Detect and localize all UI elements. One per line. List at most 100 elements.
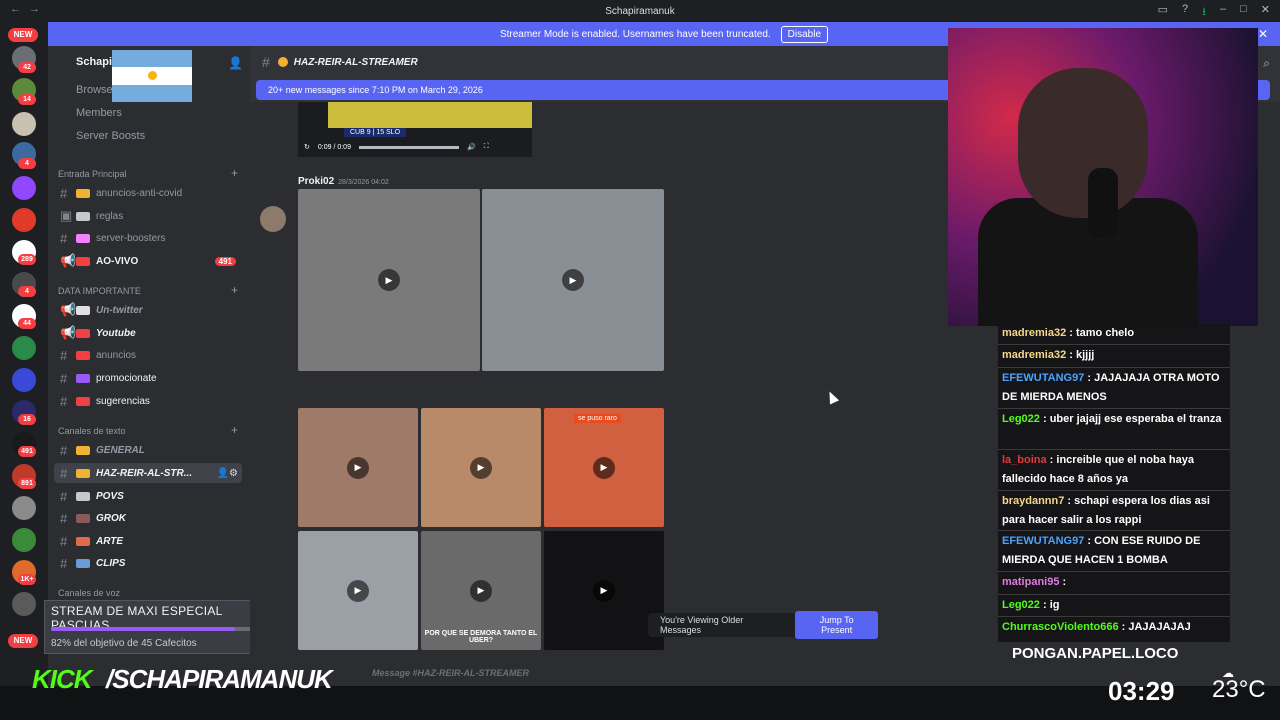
server-badge: 891: [18, 478, 36, 489]
server-badge: 44: [18, 318, 36, 329]
members-link[interactable]: Members: [76, 107, 122, 119]
close-window-icon[interactable]: ✕: [1261, 3, 1270, 22]
chat-username[interactable]: la_boina: [1002, 454, 1047, 466]
category-canales-de-texto[interactable]: Canales de texto: [58, 426, 126, 436]
channel-emoji-icon: [76, 373, 90, 383]
play-icon[interactable]: ▶: [470, 456, 492, 479]
add-user-icon[interactable]: 👤: [228, 56, 243, 70]
chat-username[interactable]: EFEWUTANG97: [1002, 535, 1084, 547]
category-data-importante[interactable]: DATA IMPORTANTE: [58, 286, 141, 296]
older-messages-text: You're Viewing Older Messages: [660, 615, 744, 635]
maximize-icon[interactable]: □: [1240, 3, 1247, 22]
chat-username[interactable]: EFEWUTANG97: [1002, 372, 1084, 384]
channel-server-boosters[interactable]: # server-boosters: [54, 228, 242, 248]
channel-haz-reir-al-streamer[interactable]: # HAZ-REIR-AL-STR... 👤⚙: [54, 463, 242, 483]
channel-un-twitter[interactable]: 📢 Un-twitter: [54, 300, 242, 320]
server-badge: 289: [18, 254, 36, 265]
guild-name[interactable]: Schapi: [76, 56, 112, 68]
channel-arte[interactable]: # ARTE: [54, 531, 242, 551]
add-channel-icon[interactable]: +: [231, 283, 238, 297]
video-attachment[interactable]: POR QUE SE DEMORA TANTO EL UBER? ▶: [421, 531, 541, 650]
chat-message: matipani95 :: [1002, 573, 1230, 592]
avatar[interactable]: [260, 206, 286, 232]
browse-link[interactable]: Browse: [76, 84, 113, 96]
video-caption: POR QUE SE DEMORA TANTO EL UBER?: [424, 630, 538, 644]
play-icon[interactable]: ▶: [470, 579, 492, 602]
volume-icon[interactable]: 🔊: [467, 143, 476, 151]
server-icon[interactable]: [12, 208, 36, 232]
channel-reglas[interactable]: ▣ reglas: [54, 206, 242, 226]
play-icon[interactable]: ▶: [593, 456, 615, 479]
play-icon[interactable]: ▶: [562, 269, 584, 291]
download-icon[interactable]: ⭳: [1202, 3, 1206, 22]
server-icon[interactable]: [12, 336, 36, 360]
server-icon[interactable]: [12, 112, 36, 136]
add-channel-icon[interactable]: +: [231, 423, 238, 437]
chat-username[interactable]: madremia32: [1002, 349, 1066, 361]
close-banner-icon[interactable]: ✕: [1258, 27, 1268, 41]
disable-button[interactable]: Disable: [780, 25, 829, 43]
chat-username[interactable]: braydannn7: [1002, 495, 1064, 507]
inbox-icon[interactable]: ▭: [1158, 3, 1168, 22]
chat-message: EFEWUTANG97 : CON ESE RUIDO DE MIERDA QU…: [1002, 532, 1230, 570]
search-icon[interactable]: ⌕: [1263, 56, 1270, 71]
channel-ao-vivo[interactable]: 📢 AO-VIVO 491: [54, 251, 242, 271]
channel-anuncios[interactable]: # anuncios: [54, 345, 242, 365]
play-icon[interactable]: ▶: [378, 269, 400, 291]
message-input-placeholder: Message #HAZ-REIR-AL-STREAMER: [372, 668, 530, 678]
channel-emoji-icon: [76, 491, 90, 501]
channel-general[interactable]: # GENERAL: [54, 440, 242, 460]
play-icon[interactable]: ▶: [593, 579, 615, 602]
chat-username[interactable]: Leg022: [1002, 413, 1040, 425]
jump-to-present-button[interactable]: Jump To Present: [795, 611, 878, 639]
chat-username[interactable]: madremia32: [1002, 327, 1066, 339]
chat-username[interactable]: matipani95: [1002, 576, 1059, 588]
help-icon[interactable]: ?: [1182, 3, 1188, 22]
play-icon[interactable]: ▶: [347, 579, 369, 602]
fullscreen-icon[interactable]: ⛶: [484, 143, 489, 151]
server-icon[interactable]: [12, 496, 36, 520]
video-attachment[interactable]: ▶: [298, 531, 418, 650]
channel-grok[interactable]: # GROK: [54, 508, 242, 528]
twitch-server-icon[interactable]: [12, 176, 36, 200]
channel-clips[interactable]: # CLIPS: [54, 553, 242, 573]
minimize-icon[interactable]: –: [1220, 3, 1226, 22]
channel-promocionate[interactable]: # promocionate: [54, 368, 242, 388]
chat-username[interactable]: Leg022: [1002, 599, 1040, 611]
video-attachment[interactable]: ▶: [544, 531, 664, 650]
server-icon[interactable]: [12, 368, 36, 392]
server-badge: 14: [18, 94, 36, 105]
video-attachment[interactable]: ▶: [482, 189, 664, 371]
channel-povs[interactable]: # POVS: [54, 486, 242, 506]
title-bar: ←→ Schapiramanuk ▭ ? ⭳ – □ ✕: [0, 0, 1280, 22]
channel-sugerencias[interactable]: # sugerencias: [54, 391, 242, 411]
replay-icon[interactable]: ↻: [304, 143, 310, 151]
video-attachment[interactable]: ▶: [298, 189, 480, 371]
add-channel-icon[interactable]: +: [231, 166, 238, 180]
nav-arrows[interactable]: ←→: [10, 3, 48, 15]
server-badge: 16: [18, 414, 36, 425]
video-progress[interactable]: [358, 145, 459, 149]
video-player[interactable]: CUB 9 | 15 SLO ↻ 0:09 / 0:09 🔊 ⛶: [298, 102, 532, 157]
server-badge: 4: [18, 158, 36, 169]
server-list: NEW 42 14 4 289 4 44 16 491 891 1K+ NEW: [0, 22, 48, 662]
category-canales-de-voz[interactable]: Canales de voz: [58, 588, 120, 598]
video-attachment[interactable]: ▶: [421, 408, 541, 527]
video-score: CUB 9 | 15 SLO: [344, 128, 407, 137]
chat-text: : ig: [1039, 599, 1060, 611]
channel-emoji-icon: [76, 396, 90, 406]
server-boosts-link[interactable]: Server Boosts: [76, 130, 145, 142]
server-icon[interactable]: [12, 528, 36, 552]
channel-anuncios-anti-covid[interactable]: # anuncios-anti-covid: [54, 183, 242, 203]
play-icon[interactable]: ▶: [347, 456, 369, 479]
invite-settings-icon[interactable]: 👤⚙: [217, 468, 238, 479]
chat-separator: [998, 344, 1230, 345]
chat-username[interactable]: ChurrascoViolento666: [1002, 621, 1119, 633]
server-icon[interactable]: [12, 592, 36, 616]
channel-youtube[interactable]: 📢 Youtube: [54, 323, 242, 343]
channel-emoji-icon: [76, 211, 90, 221]
message-author[interactable]: Proki02 28/3/2026 04:02: [298, 176, 389, 187]
video-attachment[interactable]: se puso raro ▶: [544, 408, 664, 527]
video-attachment[interactable]: ▶: [298, 408, 418, 527]
category-entrada-principal[interactable]: Entrada Principal: [58, 169, 127, 179]
